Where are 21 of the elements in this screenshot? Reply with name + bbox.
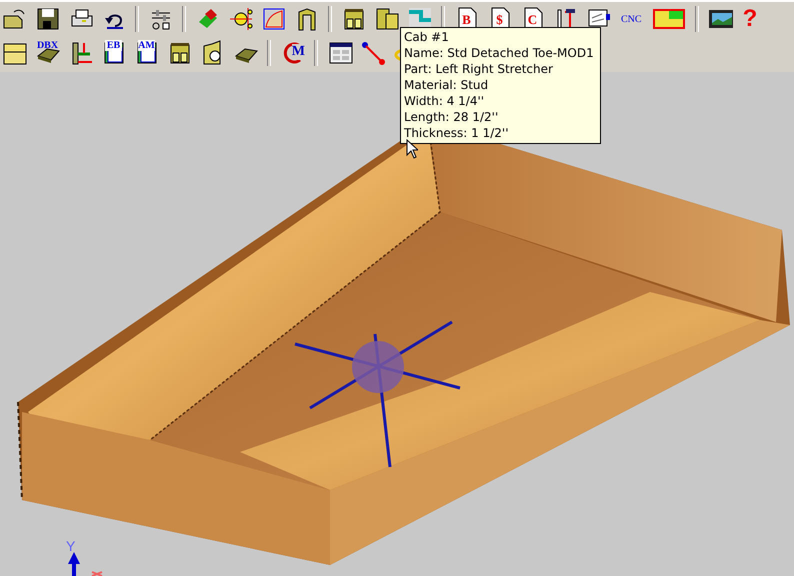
toolbar-button[interactable]: EB: [99, 38, 128, 68]
toolbar-button[interactable]: M: [278, 38, 307, 68]
profile-icon: [260, 6, 286, 32]
tooltip-line: Cab #1: [404, 29, 450, 45]
tooltip-line: Material: Stud: [404, 77, 490, 93]
floor-plan-icon: [652, 6, 685, 32]
transform-gizmo-drawing[interactable]: [294, 320, 460, 468]
save-icon: [34, 6, 60, 32]
y-axis-arrow-icon: [68, 552, 80, 576]
toolbar-button[interactable]: DBX: [33, 38, 62, 68]
window-icon: [326, 40, 352, 66]
tooltip-line: Width: 4 1/4'': [404, 93, 486, 109]
tooltip-line: Thickness: 1 1/2'': [404, 125, 510, 141]
tooltip-line: Part: Left Right Stretcher: [404, 61, 554, 77]
x-axis-icon: [92, 571, 102, 576]
tooltip-line: Length: 28 1/2'': [404, 109, 500, 125]
toolbar-button[interactable]: AM: [132, 38, 161, 68]
light-icon: [228, 6, 254, 32]
tooltip-line: Name: Std Detached Toe-MOD1: [404, 45, 594, 61]
pointer-line-icon: [360, 40, 386, 66]
y-axis-label: Y: [66, 538, 76, 554]
